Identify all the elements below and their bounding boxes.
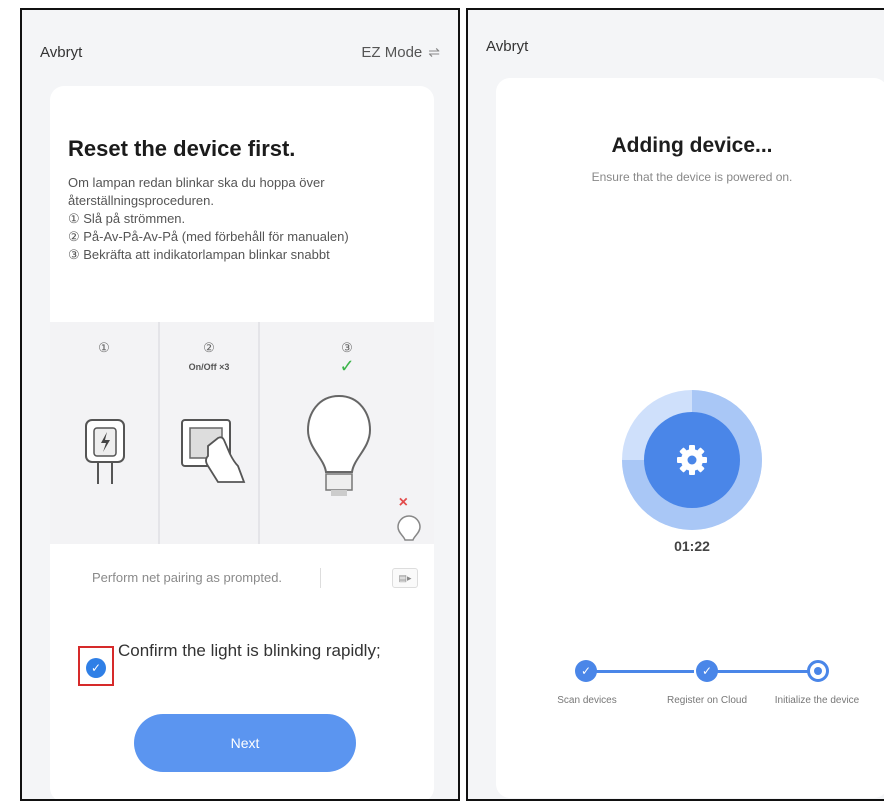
small-bulb-icon bbox=[397, 515, 421, 541]
instruction-line: Om lampan redan blinkar ska du hoppa öve… bbox=[68, 175, 325, 208]
confirm-label: Confirm the light is blinking rapidly; bbox=[118, 641, 381, 660]
step-number: ② bbox=[203, 340, 215, 355]
step-label: Register on Cloud bbox=[666, 695, 748, 706]
countdown-timer: 01:22 bbox=[674, 538, 710, 554]
ez-mode-switch[interactable]: EZ Mode ⇌ bbox=[361, 44, 440, 61]
adding-card: Adding device... Ensure that the device … bbox=[496, 78, 884, 798]
step-label: Scan devices bbox=[557, 695, 617, 706]
onoff-caption: On/Off ×3 bbox=[188, 362, 230, 372]
adding-device-screen: Avbryt Adding device... Ensure that the … bbox=[466, 8, 884, 801]
step-connector bbox=[582, 670, 694, 673]
next-button[interactable]: Next bbox=[134, 714, 356, 772]
wall-switch-icon bbox=[181, 419, 246, 483]
step-number: ① bbox=[98, 340, 110, 355]
instruction-line: ③ Bekräfta att indikatorlampan blinkar s… bbox=[68, 247, 330, 262]
reset-illustration: ① ② On/Off ×3 ③ ✓ × bbox=[50, 322, 434, 544]
top-bar: Avbryt EZ Mode ⇌ bbox=[22, 10, 458, 80]
cancel-link[interactable]: Avbryt bbox=[40, 44, 82, 61]
confirm-checkbox-row[interactable]: ✓ Confirm the light is blinking rapidly; bbox=[78, 634, 408, 694]
step-label: Initialize the device bbox=[774, 695, 860, 706]
reset-card: Reset the device first. Om lampan redan … bbox=[50, 86, 434, 799]
step-number: ③ bbox=[341, 340, 353, 355]
cross-icon: × bbox=[398, 494, 408, 511]
instruction-line: ① Slå på strömmen. bbox=[68, 211, 186, 226]
instruction-line: ② På-Av-På-Av-På (med förbehåll för manu… bbox=[68, 229, 349, 244]
gear-icon bbox=[677, 445, 707, 475]
ez-mode-label: EZ Mode bbox=[361, 44, 423, 61]
divider bbox=[320, 568, 321, 588]
illustration-panel-switch: ② On/Off ×3 bbox=[158, 322, 258, 544]
cancel-link[interactable]: Avbryt bbox=[486, 38, 528, 55]
step-done-icon: ✓ bbox=[696, 660, 718, 682]
prompt-text: Perform net pairing as prompted. bbox=[92, 570, 283, 585]
progress-ring bbox=[622, 390, 762, 530]
page-title: Adding device... bbox=[611, 134, 773, 157]
light-bulb-icon bbox=[306, 394, 372, 496]
top-bar: Avbryt bbox=[468, 10, 884, 80]
reset-instructions: Om lampan redan blinkar ska du hoppa öve… bbox=[68, 174, 418, 264]
page-title: Reset the device first. bbox=[68, 136, 296, 161]
illustration-panel-bulb: ③ ✓ × bbox=[258, 322, 434, 544]
subtitle: Ensure that the device is powered on. bbox=[591, 170, 793, 184]
reset-device-screen: Avbryt EZ Mode ⇌ Reset the device first.… bbox=[20, 8, 460, 801]
pairing-prompt: Perform net pairing as prompted. ▤▸ bbox=[50, 562, 434, 598]
step-done-icon: ✓ bbox=[575, 660, 597, 682]
manual-button[interactable]: ▤▸ bbox=[392, 568, 418, 588]
step-current-icon bbox=[807, 660, 829, 682]
checkbox-checked-icon[interactable]: ✓ bbox=[86, 658, 106, 678]
power-plug-icon bbox=[85, 419, 125, 484]
illustration-panel-power: ① bbox=[50, 322, 158, 544]
check-icon: ✓ bbox=[339, 356, 355, 376]
progress-steps: ✓ ✓ Scan devices Register on Cloud Initi… bbox=[496, 658, 884, 738]
swap-icon: ⇌ bbox=[428, 44, 440, 60]
